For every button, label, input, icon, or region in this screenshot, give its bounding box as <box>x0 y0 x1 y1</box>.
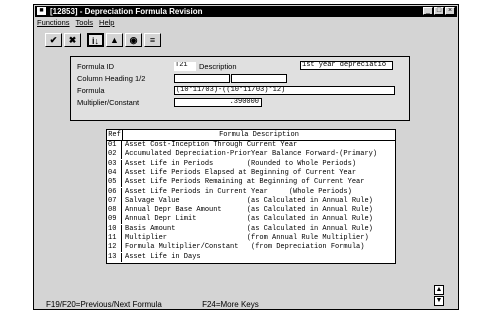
table-row[interactable]: 12 Formula Multiplier/Constant (from Depr… <box>107 243 395 253</box>
main-window: ■ [12853] - Depreciation Formula Revisio… <box>33 4 459 310</box>
more-keys-hint: F24=More Keys <box>202 300 259 309</box>
table-row[interactable]: 07 Salvage Value (as Calculated in Annual… <box>107 196 395 206</box>
target-icon: ◉ <box>129 35 138 45</box>
cancel-button[interactable]: ✖ <box>64 33 81 47</box>
table-row[interactable]: 13 Asset Life in Days <box>107 252 395 262</box>
scroll-down-button[interactable]: ▼ <box>434 296 444 306</box>
table-row[interactable]: 04 Asset Life Periods Elapsed at Beginnin… <box>107 168 395 178</box>
menu-functions[interactable]: Functions <box>37 18 70 28</box>
column-heading-1-field[interactable] <box>174 74 230 83</box>
status-bar: F19/F20=Previous/Next Formula F24=More K… <box>46 300 297 309</box>
ref-cell: 08 <box>107 206 122 216</box>
list-button[interactable]: ≡ <box>144 33 161 47</box>
window-title: [12853] - Depreciation Formula Revision <box>50 7 203 16</box>
multiplier-field[interactable]: .390000 <box>174 98 262 107</box>
target-button[interactable]: ◉ <box>125 33 142 47</box>
ref-cell: 11 <box>107 234 122 243</box>
header-panel: Formula ID T21 Description 1st year depr… <box>70 56 410 121</box>
description-cell: Accumulated Depreciation-PriorYear Balan… <box>125 150 378 159</box>
ref-column-header: Ref <box>107 130 123 140</box>
ref-cell: 07 <box>107 196 122 206</box>
ref-cell: 06 <box>107 187 122 197</box>
description-field[interactable]: 1st year depreciatio <box>300 61 393 70</box>
description-cell: Multiplier (from Annual Rule Multiplier) <box>125 234 369 242</box>
maximize-button[interactable]: □ <box>434 7 444 15</box>
toolbar: ✔ ✖ i↓ ▲ ◉ ≡ <box>45 33 161 48</box>
formula-field[interactable]: (10*11/03)-((10*11/03)*12) <box>174 86 395 95</box>
description-cell: Formula Multiplier/Constant (from Deprec… <box>125 243 365 252</box>
description-cell: Basis Amount (as Calculated in Annual Ru… <box>125 224 373 233</box>
table-row[interactable]: 09 Annual Depr Limit (as Calculated in An… <box>107 215 395 225</box>
cancel-icon: ✖ <box>68 35 77 45</box>
table-row[interactable]: 02 Accumulated Depreciation-PriorYear Bal… <box>107 150 395 160</box>
formula-label: Formula <box>77 86 105 95</box>
title-bar: ■ [12853] - Depreciation Formula Revisio… <box>35 6 457 17</box>
table-row[interactable]: 08 Annual Depr Base Amount (as Calculated… <box>107 206 395 216</box>
formula-id-label: Formula ID <box>77 62 115 71</box>
description-cell: Asset Life in Days <box>125 252 201 261</box>
column-heading-label: Column Heading 1/2 <box>77 74 146 83</box>
mountain-icon: ▲ <box>110 35 119 45</box>
table-row[interactable]: 03 Asset Life in Periods (Rounded to Whol… <box>107 159 395 169</box>
check-button[interactable]: ✔ <box>45 33 62 47</box>
ref-cell: 05 <box>107 178 122 188</box>
table-row[interactable]: 01 Asset Cost-Inception Through Current Y… <box>107 141 395 150</box>
menu-bar: Functions Tools Help <box>35 18 457 28</box>
minimize-button[interactable]: _ <box>423 7 433 15</box>
multiplier-label: Multiplier/Constant <box>77 98 140 107</box>
description-label: Description <box>199 62 237 71</box>
check-icon: ✔ <box>49 35 58 45</box>
description-cell: Asset Cost-Inception Through Current Yea… <box>125 141 298 149</box>
list-icon: ≡ <box>149 35 156 45</box>
description-cell: Salvage Value (as Calculated in Annual R… <box>125 196 373 205</box>
ref-cell: 02 <box>107 150 122 160</box>
formula-id-field[interactable]: T21 <box>174 62 196 71</box>
ref-cell: 01 <box>107 141 122 150</box>
description-cell: Annual Depr Base Amount (as Calculated i… <box>125 206 373 215</box>
description-cell: Asset Life Periods Elapsed at Beginning … <box>125 168 357 177</box>
description-cell: Annual Depr Limit (as Calculated in Annu… <box>125 215 373 224</box>
ref-cell: 09 <box>107 215 122 225</box>
system-menu-icon[interactable]: ■ <box>37 7 46 15</box>
inquire-icon: i↓ <box>91 36 99 46</box>
scroll-up-button[interactable]: ▲ <box>434 285 444 295</box>
ref-cell: 04 <box>107 168 122 178</box>
grid-header: Ref Formula Description <box>107 130 395 141</box>
description-cell: Asset Life Periods Remaining at Beginnin… <box>125 178 365 187</box>
ref-cell: 03 <box>107 159 122 169</box>
description-column-header: Formula Description <box>219 131 299 139</box>
arrow-up-icon: ▲ <box>435 286 443 293</box>
inquire-button[interactable]: i↓ <box>87 33 104 47</box>
column-heading-2-field[interactable] <box>231 74 287 83</box>
ref-cell: 13 <box>107 252 122 262</box>
description-cell: Asset Life Periods in Current Year (Whol… <box>125 187 352 196</box>
arrow-down-icon: ▼ <box>435 297 443 304</box>
mountain-button[interactable]: ▲ <box>106 33 123 47</box>
table-row[interactable]: 10 Basis Amount (as Calculated in Annual … <box>107 224 395 234</box>
table-row[interactable]: 06 Asset Life Periods in Current Year (Wh… <box>107 187 395 197</box>
menu-tools[interactable]: Tools <box>76 18 94 28</box>
ref-cell: 10 <box>107 224 122 234</box>
table-row[interactable]: 05 Asset Life Periods Remaining at Beginn… <box>107 178 395 188</box>
close-button[interactable]: × <box>445 7 455 15</box>
menu-help[interactable]: Help <box>99 18 114 28</box>
formula-description-grid: Ref Formula Description 01 Asset Cost-Inc… <box>106 129 396 264</box>
table-row[interactable]: 11 Multiplier (from Annual Rule Multiplie… <box>107 234 395 243</box>
prev-next-hint: F19/F20=Previous/Next Formula <box>46 300 162 309</box>
description-cell: Asset Life in Periods (Rounded to Whole … <box>125 159 357 168</box>
ref-cell: 12 <box>107 243 122 253</box>
